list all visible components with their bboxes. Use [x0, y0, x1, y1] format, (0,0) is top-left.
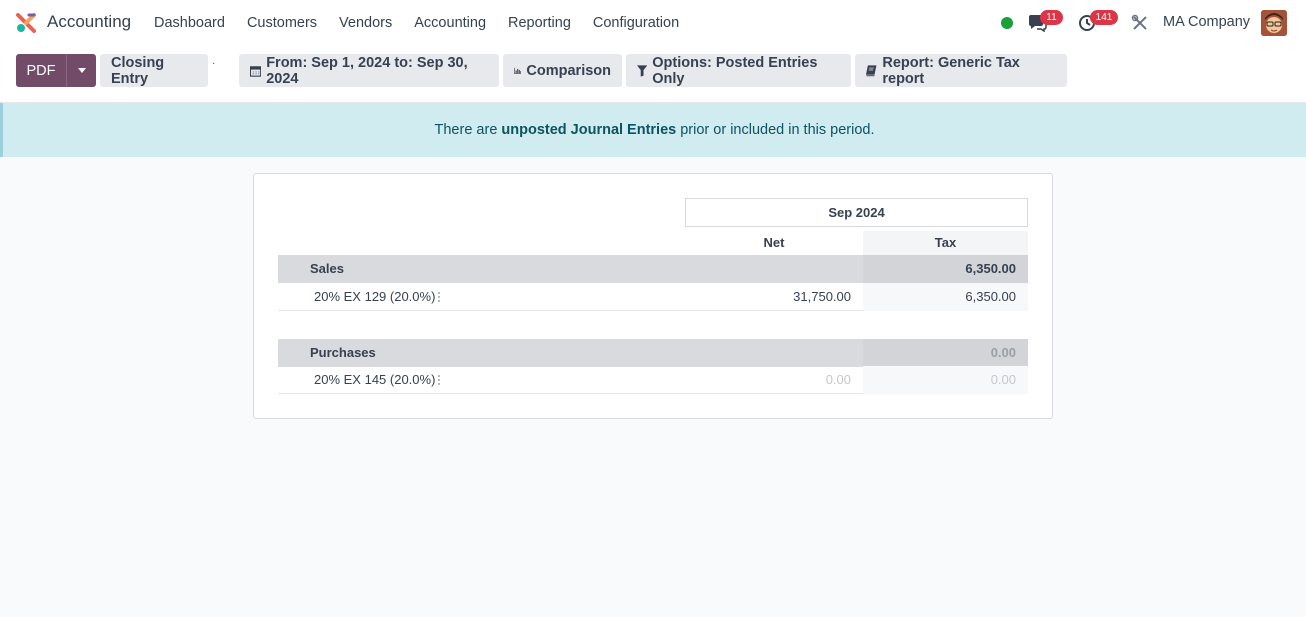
menu-dashboard[interactable]: Dashboard: [143, 15, 236, 31]
activity-count-badge: 141: [1090, 10, 1118, 25]
date-filter-label: From: Sep 1, 2024 to: Sep 30, 2024: [266, 54, 468, 87]
report-control-panel: PDF Closing Entry · From: Sep 1, 2024 to…: [0, 46, 1306, 103]
tax-line-row[interactable]: 20% EX 129 (20.0%) 31,750.00 6,350.00: [278, 283, 1028, 311]
section-tax-value: 6,350.00: [863, 255, 1028, 283]
menu-accounting[interactable]: Accounting: [403, 15, 497, 31]
comparison-label: Comparison: [526, 62, 611, 79]
menu-customers[interactable]: Customers: [236, 15, 328, 31]
accounting-app-icon[interactable]: [15, 12, 37, 34]
tax-value[interactable]: 6,350.00: [863, 283, 1028, 311]
report-label: Report: Generic Tax report: [882, 54, 1020, 87]
menu-configuration[interactable]: Configuration: [582, 15, 690, 31]
tax-line-label: 20% EX 129 (20.0%): [314, 289, 436, 304]
net-value[interactable]: 31,750.00: [685, 283, 863, 311]
closing-entry-button[interactable]: Closing Entry: [100, 54, 208, 87]
line-options-icon[interactable]: [438, 375, 441, 386]
tax-line-row[interactable]: 20% EX 145 (20.0%) 0.00 0.00: [278, 366, 1028, 394]
tax-line-label: 20% EX 145 (20.0%): [314, 372, 436, 387]
dot-mark: ·: [212, 58, 216, 69]
company-switcher[interactable]: MA Company: [1163, 14, 1250, 30]
comparison-button[interactable]: Comparison: [503, 54, 622, 87]
debug-tools-icon[interactable]: [1131, 14, 1149, 32]
main-menu: Dashboard Customers Vendors Accounting R…: [143, 0, 690, 46]
caret-down-icon: [77, 68, 86, 73]
options-filter-button[interactable]: Options: Posted Entries Only: [626, 54, 851, 87]
calendar-icon: [250, 65, 262, 77]
section-label: Sales: [310, 261, 344, 276]
bar-chart-icon: [514, 67, 522, 74]
online-status-indicator[interactable]: [1001, 17, 1013, 29]
section-tax-value: 0.00: [863, 339, 1028, 367]
menu-reporting[interactable]: Reporting: [497, 15, 582, 31]
section-row-sales[interactable]: Sales 6,350.00: [278, 255, 1028, 283]
chat-count-badge: 11: [1040, 10, 1063, 25]
menu-vendors[interactable]: Vendors: [328, 15, 403, 31]
book-icon: [866, 64, 877, 76]
alert-suffix: prior or included in this period.: [680, 122, 875, 138]
net-column-header: Net: [763, 235, 785, 250]
options-label: Options: Posted Entries Only: [652, 54, 818, 87]
period-column-header: Sep 2024: [685, 198, 1028, 227]
avatar-face-icon: [1261, 10, 1287, 36]
tax-value[interactable]: 0.00: [863, 366, 1028, 394]
unposted-entries-alert: There are unposted Journal Entries prior…: [0, 103, 1306, 157]
filter-icon: [637, 64, 648, 77]
net-value[interactable]: 0.00: [685, 366, 863, 394]
export-dropdown-toggle[interactable]: [66, 54, 96, 87]
pdf-button[interactable]: PDF: [16, 54, 66, 87]
section-row-purchases[interactable]: Purchases 0.00: [278, 339, 1028, 367]
tax-column-header: Tax: [863, 231, 1028, 255]
user-avatar[interactable]: [1261, 10, 1287, 36]
line-options-icon[interactable]: [438, 292, 441, 303]
app-name[interactable]: Accounting: [47, 12, 131, 32]
alert-prefix: There are: [434, 122, 498, 138]
unposted-entries-link[interactable]: unposted Journal Entries: [501, 122, 676, 138]
date-filter-button[interactable]: From: Sep 1, 2024 to: Sep 30, 2024: [239, 54, 499, 87]
tax-report-sheet: Sep 2024 Net Tax Sales 6,350.00 20% EX 1…: [253, 173, 1053, 419]
top-navbar: Accounting Dashboard Customers Vendors A…: [0, 0, 1306, 46]
report-selector-button[interactable]: Report: Generic Tax report: [855, 54, 1067, 87]
section-label: Purchases: [310, 345, 376, 360]
